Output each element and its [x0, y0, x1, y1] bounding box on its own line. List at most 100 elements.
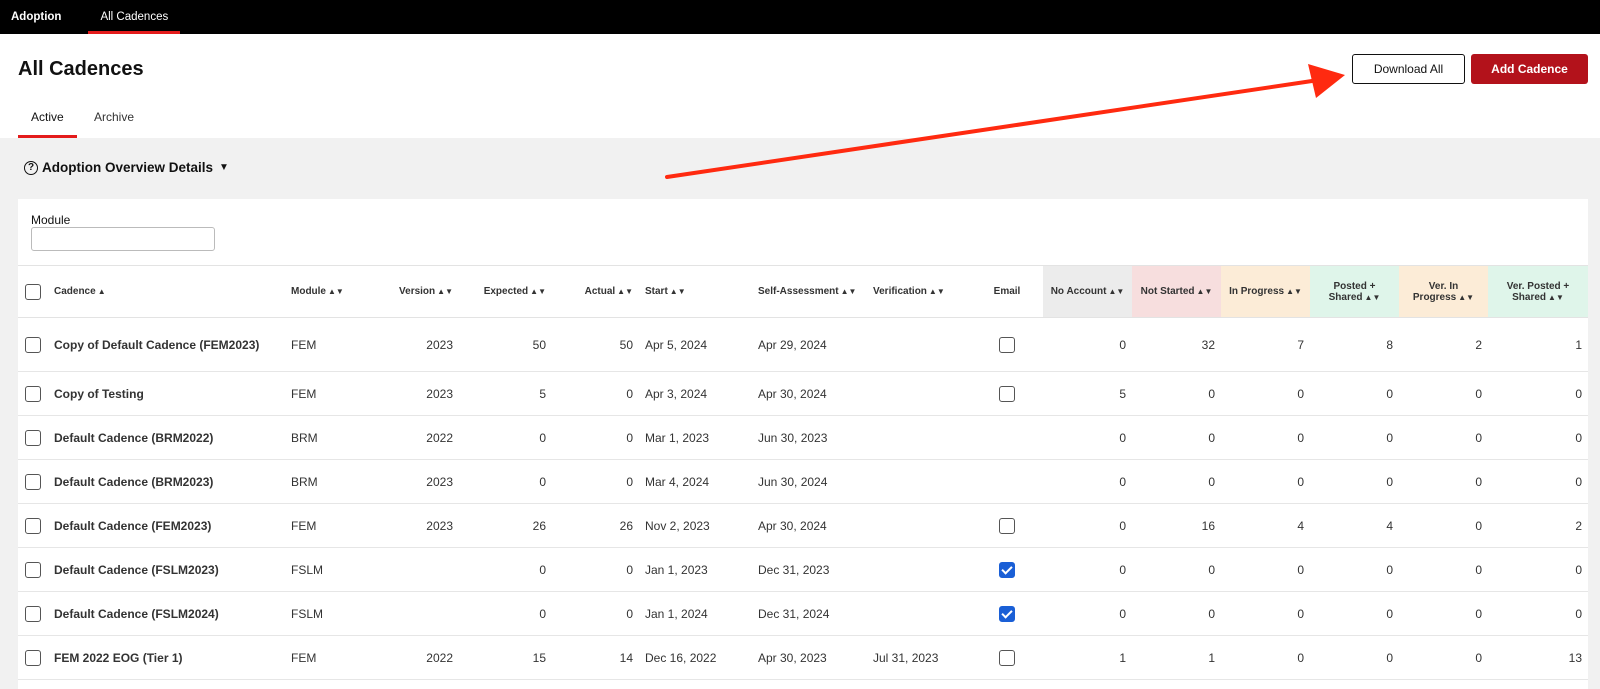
cadence-name[interactable]: Default Cadence (FSLM2024) — [48, 591, 285, 636]
tab-active[interactable]: Active — [18, 110, 77, 138]
top-nav-bar: Adoption All Cadences — [0, 0, 1600, 34]
header-ver-in-progress[interactable]: Ver. In Progress ▲▼ — [1399, 265, 1488, 318]
header-posted-shared[interactable]: Posted + Shared ▲▼ — [1310, 265, 1399, 318]
row-select-cell[interactable] — [18, 371, 48, 416]
actual-cell: 26 — [552, 503, 639, 548]
row-select-checkbox[interactable] — [25, 561, 41, 578]
chevron-down-icon: ▼ — [219, 162, 229, 173]
actual-cell: 50 — [552, 317, 639, 372]
self-assessment-cell: Jun 30, 2023 — [752, 415, 867, 460]
table-row[interactable]: Copy of Testing FEM 2023 5 0 Apr 3, 2024 Apr 3… — [18, 371, 1588, 416]
row-select-checkbox[interactable] — [25, 517, 41, 534]
row-select-cell[interactable] — [18, 635, 48, 680]
header-module[interactable]: Module ▲▼ — [285, 265, 379, 318]
email-checkbox[interactable] — [999, 561, 1015, 578]
nav-adoption[interactable]: Adoption — [11, 0, 88, 34]
row-select-cell[interactable] — [18, 591, 48, 636]
email-checkbox[interactable] — [999, 385, 1015, 402]
row-select-cell[interactable] — [18, 503, 48, 548]
row-select-cell[interactable] — [18, 547, 48, 592]
email-checkbox[interactable] — [999, 517, 1015, 534]
no-account-cell: 0 — [1043, 415, 1132, 460]
sort-icon: ▲▼ — [530, 287, 546, 296]
table-row[interactable]: Default Cadence (FSLM2024) FSLM 0 0 Jan 1, 2… — [18, 591, 1588, 636]
row-select-checkbox[interactable] — [25, 605, 41, 622]
row-select-checkbox[interactable] — [25, 336, 41, 353]
header-actual[interactable]: Actual ▲▼ — [552, 265, 639, 318]
header-verification[interactable]: Verification ▲▼ — [867, 265, 971, 318]
email-checkbox[interactable] — [999, 605, 1015, 622]
table-row[interactable]: FEM 2022 EOG (Tier 1) FEM 2022 15 14 Dec 16, … — [18, 635, 1588, 680]
ver-in-progress-cell: 0 — [1399, 459, 1488, 504]
header-cadence[interactable]: Cadence ▲ — [48, 265, 285, 318]
page-title: All Cadences — [18, 58, 144, 80]
posted-shared-cell: 0 — [1310, 459, 1399, 504]
header-ver-posted-shared[interactable]: Ver. Posted + Shared ▲▼ — [1488, 265, 1588, 318]
cadence-name[interactable]: FEM 2022 EOG (Tier 1) — [48, 635, 285, 680]
row-select-checkbox[interactable] — [25, 649, 41, 666]
verification-cell: Jul 31, 2023 — [867, 635, 971, 680]
self-assessment-cell: Apr 30, 2023 — [752, 635, 867, 680]
module-filter-input[interactable] — [31, 227, 215, 251]
no-account-cell: 0 — [1043, 459, 1132, 504]
actual-cell: 0 — [552, 459, 639, 504]
row-select-checkbox[interactable] — [25, 385, 41, 402]
start-cell: Apr 5, 2024 — [639, 317, 752, 372]
cadence-name[interactable]: Default Cadence (FSLM2023) — [48, 547, 285, 592]
email-checkbox[interactable] — [999, 336, 1015, 353]
expected-cell: 0 — [459, 459, 552, 504]
cadence-name[interactable]: Default Cadence (FEM2023) — [48, 503, 285, 548]
add-cadence-button[interactable]: Add Cadence — [1471, 54, 1588, 84]
row-select-checkbox[interactable] — [25, 473, 41, 490]
row-select-cell[interactable] — [18, 415, 48, 460]
in-progress-cell: 0 — [1221, 635, 1310, 680]
module-cell: BRM — [285, 415, 379, 460]
not-started-cell: 0 — [1132, 591, 1221, 636]
cadence-name[interactable]: Copy of Testing — [48, 371, 285, 416]
ver-in-progress-cell: 0 — [1399, 547, 1488, 592]
download-all-button[interactable]: Download All — [1352, 54, 1465, 84]
row-select-cell[interactable] — [18, 317, 48, 372]
nav-all-cadences[interactable]: All Cadences — [88, 0, 180, 34]
table-row[interactable]: Default Cadence (BRM2023) BRM 2023 0 0 Mar 4,… — [18, 459, 1588, 504]
cadence-name[interactable]: Default Cadence (BRM2022) — [48, 415, 285, 460]
ver-in-progress-cell: 0 — [1399, 591, 1488, 636]
table-row[interactable]: Default Cadence (BRM2022) BRM 2022 0 0 Mar 1,… — [18, 415, 1588, 460]
header-self-assessment[interactable]: Self-Assessment ▲▼ — [752, 265, 867, 318]
posted-shared-cell: 0 — [1310, 591, 1399, 636]
table-row[interactable]: Default Cadence (FSLM2023) FSLM 0 0 Jan 1, 2… — [18, 547, 1588, 592]
expected-cell: 5 — [459, 371, 552, 416]
overview-label: Adoption Overview Details — [42, 160, 214, 175]
table-row[interactable]: Default Cadence (FEM2023) FEM 2023 26 26 Nov … — [18, 503, 1588, 548]
in-progress-cell: 0 — [1221, 371, 1310, 416]
posted-shared-cell: 4 — [1310, 503, 1399, 548]
module-cell: FEM — [285, 635, 379, 680]
email-cell — [971, 547, 1043, 592]
email-checkbox[interactable] — [999, 649, 1015, 666]
header-no-account[interactable]: No Account ▲▼ — [1043, 265, 1132, 318]
header-version[interactable]: Version ▲▼ — [379, 265, 459, 318]
select-all-checkbox[interactable] — [25, 283, 41, 300]
table-row[interactable]: Copy of Default Cadence (FEM2023) FEM 2023… — [18, 317, 1588, 372]
adoption-overview-toggle[interactable]: ? Adoption Overview Details ▼ — [24, 160, 229, 175]
cadence-name[interactable]: Default Cadence (BRM2023) — [48, 459, 285, 504]
help-icon: ? — [24, 160, 38, 175]
sort-icon: ▲▼ — [669, 287, 686, 296]
row-select-checkbox[interactable] — [25, 429, 41, 446]
no-account-cell: 0 — [1043, 503, 1132, 548]
header-in-progress[interactable]: In Progress ▲▼ — [1221, 265, 1310, 318]
email-cell — [971, 371, 1043, 416]
header-start[interactable]: Start ▲▼ — [639, 265, 752, 318]
row-select-cell[interactable] — [18, 459, 48, 504]
sort-icon: ▲▼ — [1548, 292, 1564, 302]
cadence-name[interactable]: Copy of Default Cadence (FEM2023) — [48, 317, 285, 372]
header-expected[interactable]: Expected ▲▼ — [459, 265, 552, 318]
header-select-all[interactable] — [18, 265, 48, 318]
verification-cell — [867, 415, 971, 460]
tab-archive[interactable]: Archive — [81, 110, 147, 138]
expected-cell: 0 — [459, 547, 552, 592]
page-header: All Cadences Download All Add Cadence — [0, 34, 1600, 101]
posted-shared-cell: 0 — [1310, 547, 1399, 592]
self-assessment-cell: Dec 31, 2024 — [752, 591, 867, 636]
header-not-started[interactable]: Not Started ▲▼ — [1132, 265, 1221, 318]
